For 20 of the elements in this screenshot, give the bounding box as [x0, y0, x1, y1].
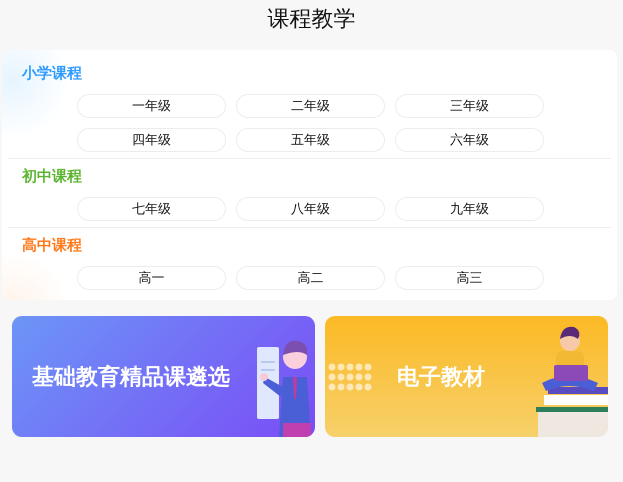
page-title: 课程教学	[266, 6, 356, 34]
grade-button[interactable]: 六年级	[395, 128, 544, 152]
grade-button[interactable]: 二年级	[236, 94, 385, 118]
grade-button[interactable]: 九年级	[395, 197, 544, 221]
grade-button[interactable]: 一年级	[77, 94, 226, 118]
grade-button[interactable]: 七年级	[77, 197, 226, 221]
banner-label: 基础教育精品课遴选	[32, 364, 230, 392]
dots-icon	[327, 360, 373, 392]
section-title: 高中课程	[21, 235, 83, 256]
section-title: 初中课程	[20, 166, 83, 187]
promo-banner[interactable]: 基础教育精品课遴选	[12, 316, 315, 437]
grade-button[interactable]: 高三	[395, 266, 544, 290]
grade-button[interactable]: 四年级	[77, 128, 226, 152]
grade-button[interactable]: 三年级	[395, 94, 544, 118]
grade-button[interactable]: 八年级	[236, 197, 385, 221]
grade-button[interactable]: 五年级	[236, 128, 385, 152]
banner-label: 电子教材	[397, 364, 485, 392]
grade-button[interactable]: 高二	[236, 266, 385, 290]
grade-button[interactable]: 高一	[77, 266, 226, 290]
section-title: 小学课程	[20, 63, 83, 84]
